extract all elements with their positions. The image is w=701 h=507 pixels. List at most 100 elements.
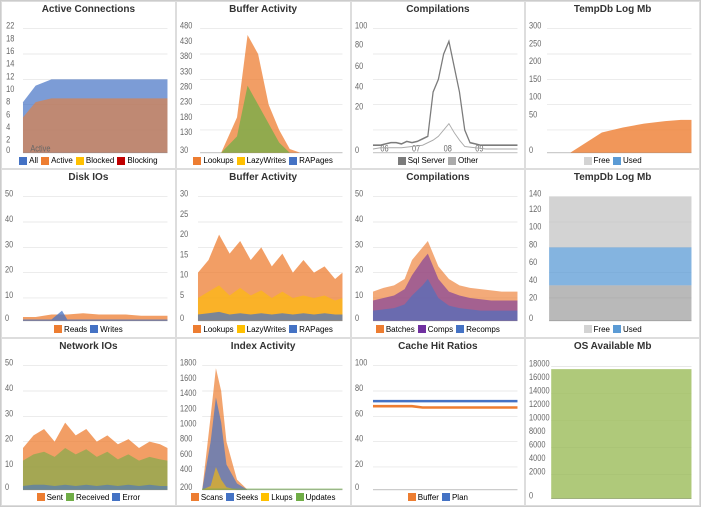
svg-text:100: 100 (529, 92, 542, 102)
svg-text:0: 0 (355, 314, 360, 324)
svg-text:60: 60 (529, 258, 538, 268)
svg-text:10: 10 (5, 459, 14, 469)
svg-text:30: 30 (355, 240, 364, 250)
svg-text:80: 80 (355, 383, 364, 393)
chart-title-active-connections: Active Connections (42, 4, 135, 15)
chart-os-available: OS Available Mb 18000 16000 14000 12000 … (525, 338, 700, 506)
svg-text:12: 12 (6, 72, 15, 82)
legend-reads: Reads (54, 325, 87, 334)
chart-svg-area-3: 100 80 60 40 20 0 06 07 08 09 (354, 16, 523, 155)
legend-label-active: Active (51, 156, 73, 165)
legend-buffer-top: Lookups LazyWrites RAPages (193, 155, 332, 166)
svg-text:80: 80 (355, 40, 364, 50)
chart-title-disk-ios: Disk IOs (68, 172, 108, 183)
chart-svg-area-5: 50 40 30 20 10 0 (4, 184, 173, 323)
legend-color-free-top (584, 157, 592, 165)
chart-buffer-activity-mid: Buffer Activity 30 25 20 15 10 5 0 (176, 169, 351, 337)
legend-color-lookups-mid (193, 325, 201, 333)
legend-color-free-mid (584, 325, 592, 333)
svg-text:100: 100 (355, 21, 368, 31)
svg-text:20: 20 (355, 102, 364, 112)
legend-label-used-mid: Used (623, 325, 642, 334)
svg-text:5: 5 (180, 291, 185, 301)
svg-text:40: 40 (5, 215, 14, 225)
svg-text:Active: Active (30, 144, 50, 154)
legend-seeks: Seeks (226, 493, 258, 502)
svg-text:150: 150 (529, 74, 542, 84)
chart-svg-area-10: 1800 1600 1400 1200 1000 800 600 400 200 (179, 353, 348, 492)
legend-tempdb-top: Free Used (584, 155, 642, 166)
svg-text:1000: 1000 (180, 419, 197, 429)
svg-text:200: 200 (529, 57, 542, 67)
legend-color-lookups-top (193, 157, 201, 165)
svg-text:250: 250 (529, 39, 542, 49)
legend-free-top: Free (584, 156, 610, 165)
svg-text:50: 50 (5, 358, 14, 368)
svg-text:10: 10 (180, 270, 189, 280)
svg-text:0: 0 (355, 482, 360, 492)
legend-color-comps (418, 325, 426, 333)
svg-text:12000: 12000 (529, 398, 550, 409)
legend-scans: Scans (191, 493, 223, 502)
legend-lookups-top: Lookups (193, 156, 233, 165)
svg-text:40: 40 (529, 276, 538, 286)
legend-label-lookups-mid: Lookups (203, 325, 233, 334)
chart-svg-area-9: 50 40 30 20 10 0 (4, 353, 173, 492)
legend-color-batches (376, 325, 384, 333)
legend-lazywrites-mid: LazyWrites (237, 325, 286, 334)
legend-updates: Updates (296, 493, 336, 502)
legend-error: Error (112, 493, 140, 502)
legend-lkups: Lkups (261, 493, 292, 502)
svg-text:40: 40 (5, 383, 14, 393)
svg-text:2000: 2000 (529, 465, 546, 476)
svg-text:16000: 16000 (529, 371, 550, 382)
legend-color-received (66, 493, 74, 501)
svg-text:800: 800 (180, 434, 193, 444)
svg-text:400: 400 (180, 464, 193, 474)
svg-text:600: 600 (180, 449, 193, 459)
svg-text:6: 6 (6, 110, 11, 120)
legend-comps: Comps (418, 325, 453, 334)
svg-text:140: 140 (529, 189, 542, 199)
svg-text:0: 0 (529, 145, 534, 155)
chart-disk-ios: Disk IOs 50 40 30 20 10 0 (1, 169, 176, 337)
chart-svg-area-12: 18000 16000 14000 12000 10000 8000 6000 … (528, 353, 697, 501)
svg-text:0: 0 (180, 314, 185, 324)
svg-text:20: 20 (5, 265, 14, 275)
svg-text:60: 60 (355, 62, 364, 72)
chart-title-cache-hit: Cache Hit Ratios (398, 341, 477, 352)
legend-label-batches: Batches (386, 325, 415, 334)
chart-svg-area-1: 22 18 16 14 12 10 8 6 4 2 0 (4, 16, 173, 155)
chart-compilations-top: Compilations 100 80 60 40 20 0 06 07 (351, 1, 526, 169)
legend-received: Received (66, 493, 109, 502)
chart-title-buffer-top: Buffer Activity (229, 4, 297, 15)
legend-buffer-mid: Lookups LazyWrites RAPages (193, 324, 332, 335)
svg-text:10: 10 (6, 84, 15, 94)
legend-label-received: Received (76, 493, 109, 502)
chart-svg-area-2: 480 430 380 330 280 230 180 130 30 (179, 16, 348, 155)
legend-rapages-top: RAPages (289, 156, 333, 165)
legend-label-sent: Sent (47, 493, 63, 502)
legend-lookups-mid: Lookups (193, 325, 233, 334)
svg-text:2: 2 (6, 135, 11, 145)
legend-color-reads (54, 325, 62, 333)
legend-label-lazywrites-mid: LazyWrites (247, 325, 286, 334)
chart-index-activity: Index Activity 1800 1600 1400 1200 1000 … (176, 338, 351, 506)
svg-text:20: 20 (5, 434, 14, 444)
chart-network-ios: Network IOs 50 40 30 20 10 0 (1, 338, 176, 506)
svg-text:30: 30 (5, 240, 14, 250)
legend-sqlserver: Sql Server (398, 156, 445, 165)
legend-label-writes: Writes (100, 325, 123, 334)
svg-text:280: 280 (180, 82, 193, 92)
legend-disk-ios: Reads Writes (54, 324, 123, 335)
legend-color-used-top (613, 157, 621, 165)
legend-lazywrites-top: LazyWrites (237, 156, 286, 165)
chart-title-buffer-mid: Buffer Activity (229, 172, 297, 183)
svg-text:40: 40 (355, 82, 364, 92)
legend-label-error: Error (122, 493, 140, 502)
legend-label-free-mid: Free (594, 325, 610, 334)
legend-color-sqlserver (398, 157, 406, 165)
legend-color-used-mid (613, 325, 621, 333)
svg-text:30: 30 (180, 145, 189, 155)
legend-label-used-top: Used (623, 156, 642, 165)
